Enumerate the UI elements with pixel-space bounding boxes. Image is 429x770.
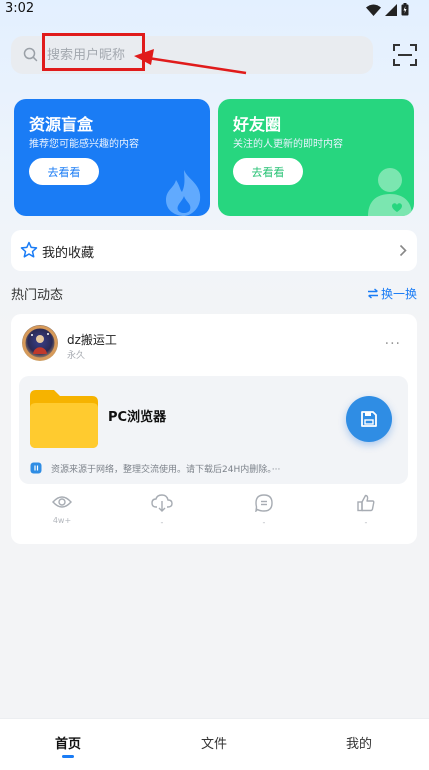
comment-action[interactable]: -	[244, 494, 284, 527]
resource-blindbox-card[interactable]: 资源盲盒 推荐您可能感兴趣的内容 去看看	[14, 99, 210, 216]
tab-mine[interactable]: 我的	[346, 733, 372, 752]
search-icon	[23, 47, 38, 62]
download-cloud-icon	[151, 494, 173, 512]
card-subtitle: 推荐您可能感兴趣的内容	[29, 139, 139, 150]
status-time: 3:02	[5, 1, 35, 16]
swap-icon	[368, 288, 378, 299]
favorites-label: 我的收藏	[42, 246, 95, 261]
go-see-button[interactable]: 去看看	[29, 158, 99, 185]
comment-icon	[255, 494, 273, 513]
resource-name: PC浏览器	[108, 410, 167, 425]
post-actions: 4w+ - - -	[11, 494, 417, 539]
red-arrow-annotation	[134, 49, 247, 75]
floppy-disk-icon	[361, 411, 377, 427]
wifi-icon	[366, 4, 381, 16]
bottom-nav: 首页 文件 我的	[0, 718, 429, 770]
card-title: 好友圈	[233, 115, 282, 134]
likes-count: -	[364, 518, 368, 527]
flame-icon	[166, 170, 201, 216]
downloads-count: -	[160, 518, 164, 527]
battery-icon	[401, 3, 409, 16]
thumbs-up-icon	[357, 494, 375, 512]
signal-icon	[385, 3, 397, 16]
tab-home[interactable]: 首页	[55, 733, 81, 752]
hot-section-title: 热门动态	[11, 288, 64, 303]
more-options-button[interactable]: ···	[385, 336, 401, 352]
post-card[interactable]: dz搬运工 永久 ··· PC浏览器 资源来源于网络，整理交流使用。请下载后24…	[11, 314, 417, 544]
post-user-subtitle: 永久	[67, 351, 86, 361]
disclaimer-text: 资源来源于网络，整理交流使用。请下载后24H内删除。···	[51, 465, 281, 475]
resource-item[interactable]: PC浏览器 资源来源于网络，整理交流使用。请下载后24H内删除。···	[19, 376, 408, 484]
card-title: 资源盲盒	[29, 115, 94, 134]
status-bar: 3:02	[0, 0, 429, 20]
comments-count: -	[262, 518, 266, 527]
tab-files[interactable]: 文件	[201, 733, 227, 752]
views-action[interactable]: 4w+	[42, 494, 82, 525]
like-action[interactable]: -	[346, 494, 386, 527]
avatar[interactable]	[22, 325, 58, 361]
save-button[interactable]	[346, 396, 392, 442]
status-icons	[366, 3, 409, 16]
download-action[interactable]: -	[142, 494, 182, 527]
post-username[interactable]: dz搬运工	[67, 331, 117, 348]
refresh-button[interactable]: 换一换	[367, 285, 417, 302]
eye-icon	[52, 496, 72, 508]
card-subtitle: 关注的人更新的即时内容	[233, 139, 343, 150]
avatar-image	[22, 325, 58, 361]
views-count: 4w+	[52, 516, 72, 525]
go-see-button[interactable]: 去看看	[233, 158, 303, 185]
active-tab-indicator	[62, 755, 74, 758]
refresh-label: 换一换	[381, 287, 418, 301]
friends-circle-card[interactable]: 好友圈 关注的人更新的即时内容 去看看	[218, 99, 414, 216]
star-icon	[20, 241, 38, 258]
chevron-right-icon	[399, 244, 407, 257]
scan-icon[interactable]	[393, 44, 417, 66]
person-heart-icon	[368, 168, 412, 216]
my-favorites-row[interactable]: 我的收藏	[11, 230, 417, 271]
folder-icon	[30, 390, 98, 448]
notice-icon	[30, 462, 42, 474]
